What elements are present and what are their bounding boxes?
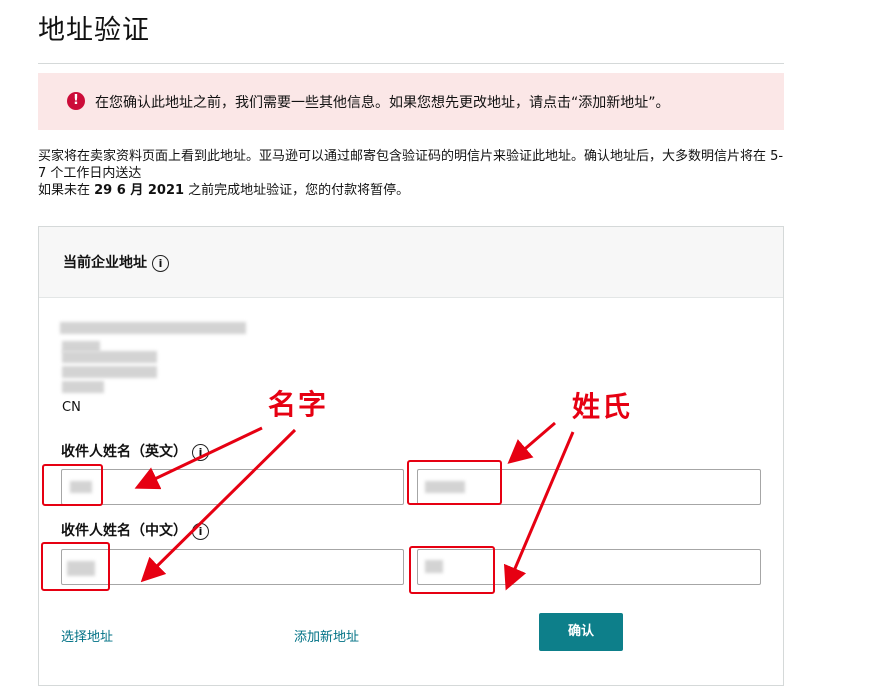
- arrow-last-name-en: [507, 421, 556, 464]
- arrow-first-name-en: [134, 426, 263, 490]
- arrow-first-name-cn: [140, 428, 297, 583]
- annotation-arrows: [134, 421, 575, 591]
